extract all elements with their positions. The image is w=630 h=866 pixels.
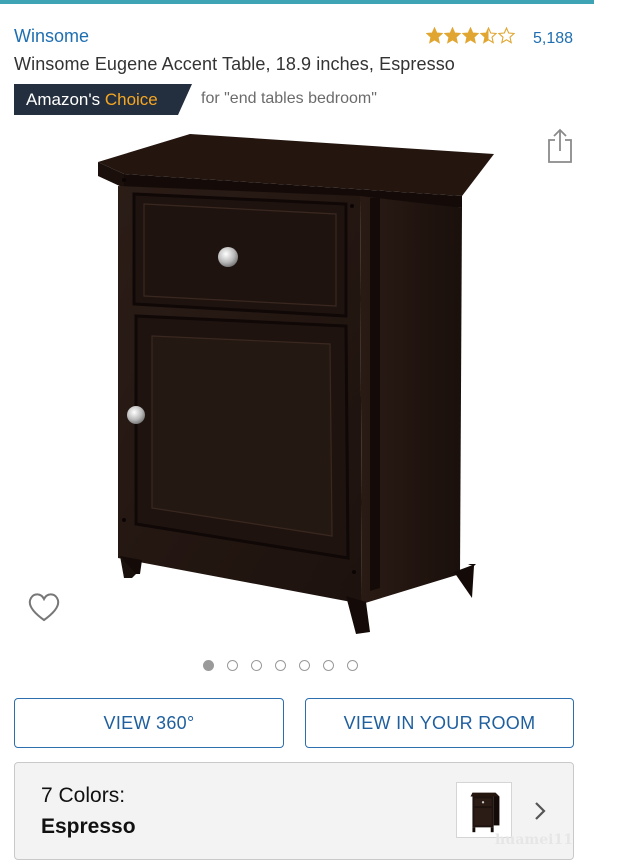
selected-color: Espresso: [41, 815, 136, 838]
color-selector[interactable]: 7 Colors: Espresso: [14, 762, 574, 860]
pagination-dot[interactable]: [227, 660, 238, 671]
badge-prefix: Amazon's: [26, 90, 105, 109]
color-swatch-thumbnail[interactable]: [456, 782, 512, 838]
image-pagination-dots[interactable]: [203, 660, 358, 671]
top-accent-bar: [0, 0, 594, 4]
pagination-dot[interactable]: [275, 660, 286, 671]
watermark: huamei11: [495, 832, 573, 848]
star-icon: [444, 27, 461, 44]
amazons-choice-badge: Amazon's Choice: [14, 84, 192, 115]
badge-highlight: Choice: [104, 90, 158, 109]
chevron-right-icon: [535, 802, 546, 820]
pagination-dot[interactable]: [299, 660, 310, 671]
pagination-dot[interactable]: [203, 660, 214, 671]
colors-count-label: 7 Colors:: [41, 784, 126, 807]
product-title: Winsome Eugene Accent Table, 18.9 inches…: [14, 54, 455, 74]
star-icon: [498, 27, 515, 44]
star-icon: [462, 27, 479, 44]
share-icon[interactable]: [545, 128, 575, 164]
star-rating[interactable]: [426, 27, 515, 44]
brand-link[interactable]: Winsome: [14, 26, 89, 47]
star-icon: [426, 27, 443, 44]
heart-icon[interactable]: [26, 590, 62, 624]
pagination-dot[interactable]: [251, 660, 262, 671]
view-360-button[interactable]: VIEW 360°: [14, 698, 284, 748]
right-gutter: [594, 0, 630, 866]
pagination-dot[interactable]: [347, 660, 358, 671]
star-icon: [480, 27, 497, 44]
pagination-dot[interactable]: [323, 660, 334, 671]
badge-query-text: for "end tables bedroom": [201, 90, 377, 107]
rating-count-link[interactable]: 5,188: [533, 30, 573, 48]
view-in-room-button[interactable]: VIEW IN YOUR ROOM: [305, 698, 574, 748]
product-image[interactable]: [90, 126, 500, 641]
